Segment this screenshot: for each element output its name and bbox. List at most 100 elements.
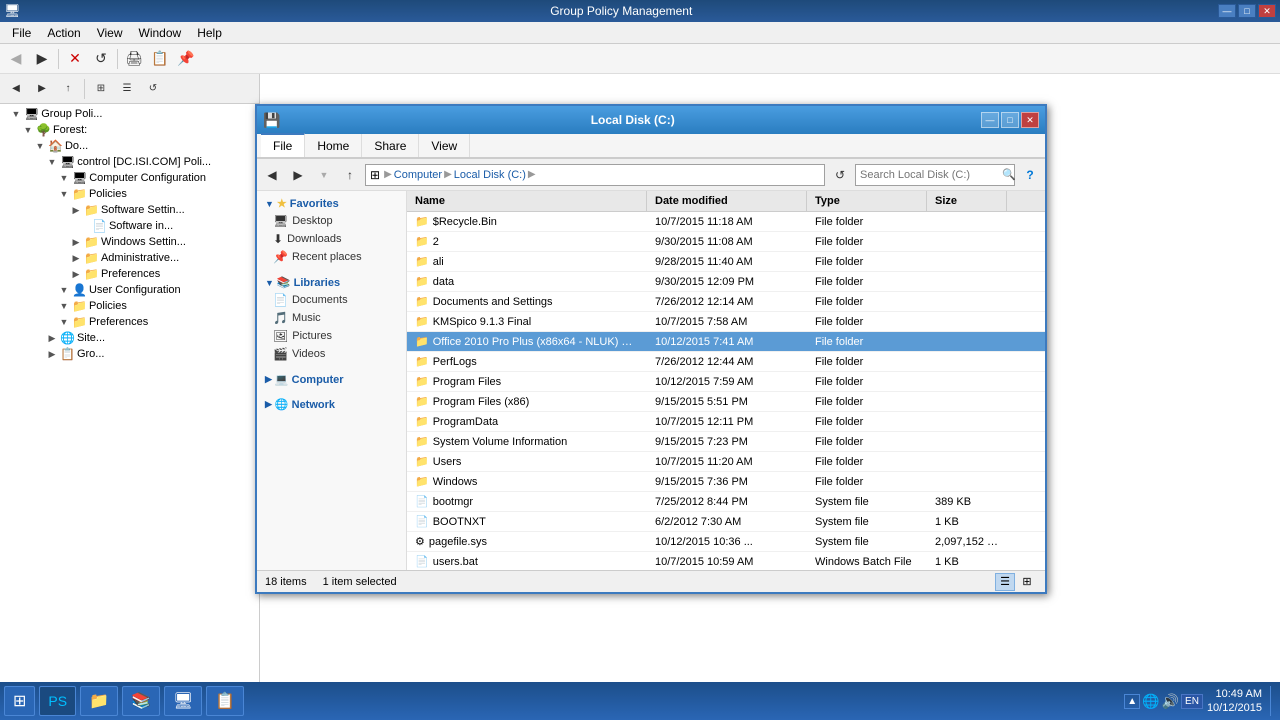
- print-button[interactable]: 🖨: [122, 48, 146, 70]
- search-box[interactable]: 🔍: [855, 164, 1015, 186]
- minimize-button[interactable]: —: [1218, 4, 1236, 18]
- address-disk[interactable]: Local Disk (C:): [454, 169, 526, 181]
- nav-downloads[interactable]: ⬇ Downloads: [257, 230, 406, 248]
- menu-help[interactable]: Help: [189, 24, 230, 42]
- file-row-15[interactable]: 📄BOOTNXT 6/2/2012 7:30 AM System file 1 …: [407, 512, 1045, 532]
- explorer-close[interactable]: ✕: [1021, 112, 1039, 128]
- search-icon[interactable]: 🔍: [1002, 168, 1016, 181]
- nav-recent[interactable]: 📌 Recent places: [257, 248, 406, 266]
- close-button[interactable]: ✕: [1258, 4, 1276, 18]
- favorites-header[interactable]: ▼ ★ Favorites: [257, 195, 406, 212]
- explorer-minimize[interactable]: —: [981, 112, 999, 128]
- file-row-14[interactable]: 📄bootmgr 7/25/2012 8:44 PM System file 3…: [407, 492, 1045, 512]
- col-header-name[interactable]: Name: [407, 191, 647, 211]
- libraries-header[interactable]: ▼ 📚 Libraries: [257, 274, 406, 291]
- forward-button[interactable]: ▶: [30, 48, 54, 70]
- nav-music[interactable]: 🎵 Music: [257, 309, 406, 327]
- tab-home[interactable]: Home: [305, 134, 362, 157]
- tree-item-windows-settings[interactable]: ▶ 📁 Windows Settin...: [2, 234, 257, 250]
- address-computer[interactable]: Computer: [394, 169, 442, 181]
- network-header[interactable]: ▶ 🌐 Network: [257, 396, 406, 413]
- tree-item-domains[interactable]: ▼ 🏠 Do...: [2, 138, 257, 154]
- file-row-1[interactable]: 📁2 9/30/2015 11:08 AM File folder: [407, 232, 1045, 252]
- maximize-button[interactable]: □: [1238, 4, 1256, 18]
- nav-dropdown[interactable]: ▼: [313, 164, 335, 186]
- systray-arrow[interactable]: ▲: [1124, 694, 1140, 709]
- tree-item-user-config[interactable]: ▼ 👤 User Configuration: [2, 282, 257, 298]
- show-desktop-btn[interactable]: [1270, 686, 1276, 716]
- tree-item-computer-config[interactable]: ▼ 🖥 Computer Configuration: [2, 170, 257, 186]
- refresh-button[interactable]: ↺: [89, 48, 113, 70]
- tree-item-sites[interactable]: ▶ 🌐 Site...: [2, 330, 257, 346]
- expand-pol2[interactable]: ▼: [58, 301, 70, 311]
- expand-admin[interactable]: ▶: [70, 253, 82, 264]
- gp-up[interactable]: ↑: [56, 78, 80, 100]
- nav-refresh[interactable]: ↺: [829, 164, 851, 186]
- file-row-4[interactable]: 📁Documents and Settings 7/26/2012 12:14 …: [407, 292, 1045, 312]
- address-bar[interactable]: ⊞ ▶ Computer ▶ Local Disk (C:) ▶: [365, 164, 825, 186]
- view-details[interactable]: ☰: [995, 573, 1015, 591]
- menu-view[interactable]: View: [89, 24, 131, 42]
- taskbar-monitor[interactable]: 🖥: [164, 686, 202, 716]
- menu-action[interactable]: Action: [39, 24, 88, 42]
- tab-view[interactable]: View: [419, 134, 470, 157]
- nav-documents[interactable]: 📄 Documents: [257, 291, 406, 309]
- back-button[interactable]: ◀: [4, 48, 28, 70]
- file-row-2[interactable]: 📁ali 9/28/2015 11:40 AM File folder: [407, 252, 1045, 272]
- file-row-17[interactable]: 📄users.bat 10/7/2015 10:59 AM Windows Ba…: [407, 552, 1045, 570]
- tree-item-prefs-2[interactable]: ▼ 📁 Preferences: [2, 314, 257, 330]
- tree-item-dc[interactable]: ▼ 🖥 control [DC.ISI.COM] Poli...: [2, 154, 257, 170]
- taskbar-ps[interactable]: PS: [39, 686, 76, 716]
- expand-sw1[interactable]: ▶: [70, 205, 82, 216]
- help-btn[interactable]: ?: [1019, 164, 1041, 186]
- col-header-size[interactable]: Size: [927, 191, 1007, 211]
- search-input[interactable]: [860, 169, 1002, 181]
- pin-button[interactable]: 📌: [174, 48, 198, 70]
- computer-header[interactable]: ▶ 💻 Computer: [257, 371, 406, 388]
- taskbar-books[interactable]: 📚: [122, 686, 160, 716]
- expand-user[interactable]: ▼: [58, 285, 70, 295]
- tree-item-prefs-1[interactable]: ▶ 📁 Preferences: [2, 266, 257, 282]
- view-tiles[interactable]: ⊞: [1017, 573, 1037, 591]
- tree-item-policies-2[interactable]: ▼ 📁 Policies: [2, 298, 257, 314]
- nav-videos[interactable]: 🎬 Videos: [257, 345, 406, 363]
- expand-gp[interactable]: ▶: [46, 349, 58, 360]
- tab-share[interactable]: Share: [362, 134, 419, 157]
- file-row-5[interactable]: 📁KMSpico 9.1.3 Final 10/7/2015 7:58 AM F…: [407, 312, 1045, 332]
- tree-item-software-settings[interactable]: ▶ 📁 Software Settin...: [2, 202, 257, 218]
- tree-item-gp[interactable]: ▶ 📋 Gro...: [2, 346, 257, 362]
- menu-window[interactable]: Window: [131, 24, 190, 42]
- gp-back[interactable]: ◀: [4, 78, 28, 100]
- tree-item-policies-1[interactable]: ▼ 📁 Policies: [2, 186, 257, 202]
- gp-view2[interactable]: ☰: [115, 78, 139, 100]
- file-row-13[interactable]: 📁Windows 9/15/2015 7:36 PM File folder: [407, 472, 1045, 492]
- file-row-12[interactable]: 📁Users 10/7/2015 11:20 AM File folder: [407, 452, 1045, 472]
- tree-item-admin[interactable]: ▶ 📁 Administrative...: [2, 250, 257, 266]
- file-row-10[interactable]: 📁ProgramData 10/7/2015 12:11 PM File fol…: [407, 412, 1045, 432]
- file-row-7[interactable]: 📁PerfLogs 7/26/2012 12:44 AM File folder: [407, 352, 1045, 372]
- tab-file[interactable]: File: [261, 133, 305, 157]
- stop-button[interactable]: ✕: [63, 48, 87, 70]
- expand-win-set[interactable]: ▶: [70, 237, 82, 248]
- explorer-maximize[interactable]: □: [1001, 112, 1019, 128]
- col-header-type[interactable]: Type: [807, 191, 927, 211]
- expand-domains[interactable]: ▼: [34, 141, 46, 151]
- file-row-9[interactable]: 📁Program Files (x86) 9/15/2015 5:51 PM F…: [407, 392, 1045, 412]
- expand-gpm[interactable]: ▼: [10, 109, 22, 119]
- nav-back[interactable]: ◀: [261, 164, 283, 186]
- file-row-11[interactable]: 📁System Volume Information 9/15/2015 7:2…: [407, 432, 1045, 452]
- file-row-16[interactable]: ⚙pagefile.sys 10/12/2015 10:36 ... Syste…: [407, 532, 1045, 552]
- taskbar-note[interactable]: 📋: [206, 686, 244, 716]
- gp-forward[interactable]: ▶: [30, 78, 54, 100]
- nav-forward[interactable]: ▶: [287, 164, 309, 186]
- nav-desktop[interactable]: 🖥 Desktop: [257, 212, 406, 230]
- col-header-date[interactable]: Date modified: [647, 191, 807, 211]
- expand-dc[interactable]: ▼: [46, 157, 58, 167]
- file-row-0[interactable]: 📁$Recycle.Bin 10/7/2015 11:18 AM File fo…: [407, 212, 1045, 232]
- gp-view1[interactable]: ⊞: [89, 78, 113, 100]
- nav-up[interactable]: ↑: [339, 164, 361, 186]
- tree-item-gpm[interactable]: ▼ 🖥 Group Poli...: [2, 106, 257, 122]
- menu-file[interactable]: File: [4, 24, 39, 42]
- tree-item-forest[interactable]: ▼ 🌳 Forest:: [2, 122, 257, 138]
- copy-button[interactable]: 📋: [148, 48, 172, 70]
